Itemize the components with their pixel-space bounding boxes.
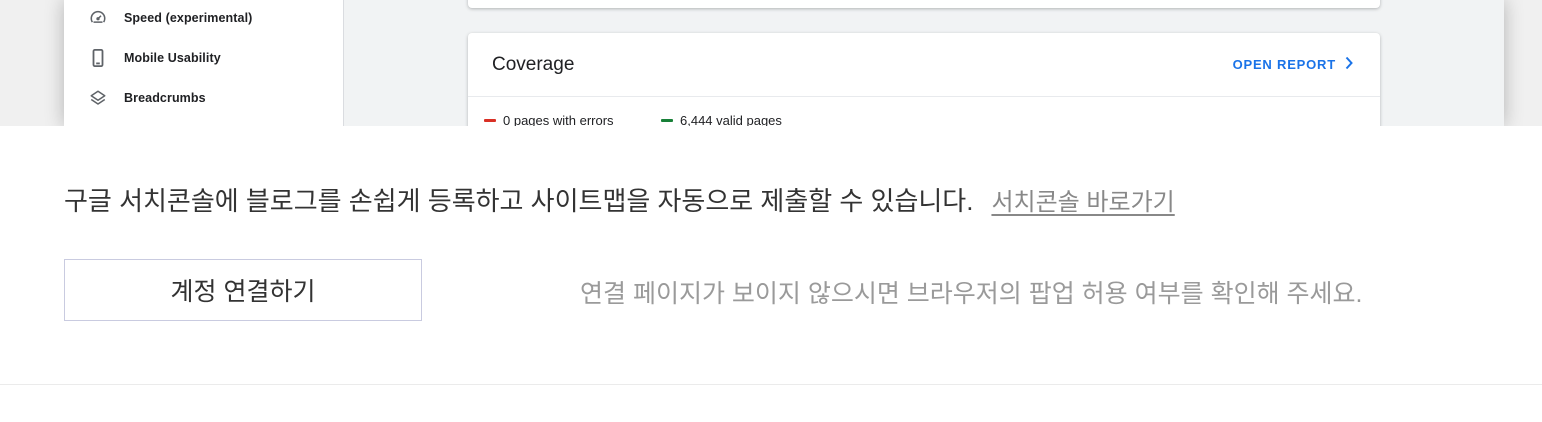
layers-icon: [88, 88, 108, 108]
legend-valid: 6,444 valid pages: [661, 113, 782, 126]
info-text: 구글 서치콘솔에 블로그를 손쉽게 등록하고 사이트맵을 자동으로 제출할 수 …: [64, 186, 974, 216]
speed-gauge-icon: [88, 8, 108, 28]
preview-window: Speed (experimental) Mobile Usability Br…: [64, 0, 1504, 126]
chevron-right-icon: [1344, 56, 1354, 73]
card-divider: [468, 96, 1380, 97]
sidebar: Speed (experimental) Mobile Usability Br…: [64, 0, 344, 126]
card-title: Coverage: [492, 54, 575, 75]
open-report-button[interactable]: OPEN REPORT: [1233, 56, 1354, 73]
open-report-label: OPEN REPORT: [1232, 57, 1336, 72]
search-console-preview: Speed (experimental) Mobile Usability Br…: [0, 0, 1542, 126]
legend-label: 0 pages with errors: [503, 113, 614, 126]
search-console-link[interactable]: 서치콘솔 바로가기: [991, 182, 1174, 217]
popup-hint-text: 연결 페이지가 보이지 않으시면 브라우저의 팝업 허용 여부를 확인해 주세요…: [580, 280, 1363, 308]
error-swatch: [484, 119, 496, 122]
search-console-connect-panel: 구글 서치콘솔에 블로그를 손쉽게 등록하고 사이트맵을 자동으로 제출할 수 …: [0, 126, 1542, 385]
info-line: 구글 서치콘솔에 블로그를 손쉽게 등록하고 사이트맵을 자동으로 제출할 수 …: [64, 181, 1175, 218]
mobile-phone-icon: [88, 48, 108, 68]
sidebar-item-mobile-usability[interactable]: Mobile Usability: [64, 38, 343, 78]
sidebar-item-speed[interactable]: Speed (experimental): [64, 0, 343, 38]
legend-errors: 0 pages with errors: [484, 113, 614, 126]
connect-account-button[interactable]: 계정 연결하기: [64, 259, 422, 321]
sidebar-item-label: Speed (experimental): [124, 11, 253, 25]
coverage-card: Coverage OPEN REPORT 0 pages with errors: [468, 33, 1380, 126]
valid-swatch: [661, 119, 673, 122]
previous-card: [468, 0, 1380, 8]
sidebar-item-label: Mobile Usability: [124, 51, 221, 65]
sidebar-item-label: Breadcrumbs: [124, 91, 206, 105]
page: Speed (experimental) Mobile Usability Br…: [0, 0, 1542, 422]
legend-label: 6,444 valid pages: [680, 113, 782, 126]
sidebar-item-breadcrumbs[interactable]: Breadcrumbs: [64, 78, 343, 118]
